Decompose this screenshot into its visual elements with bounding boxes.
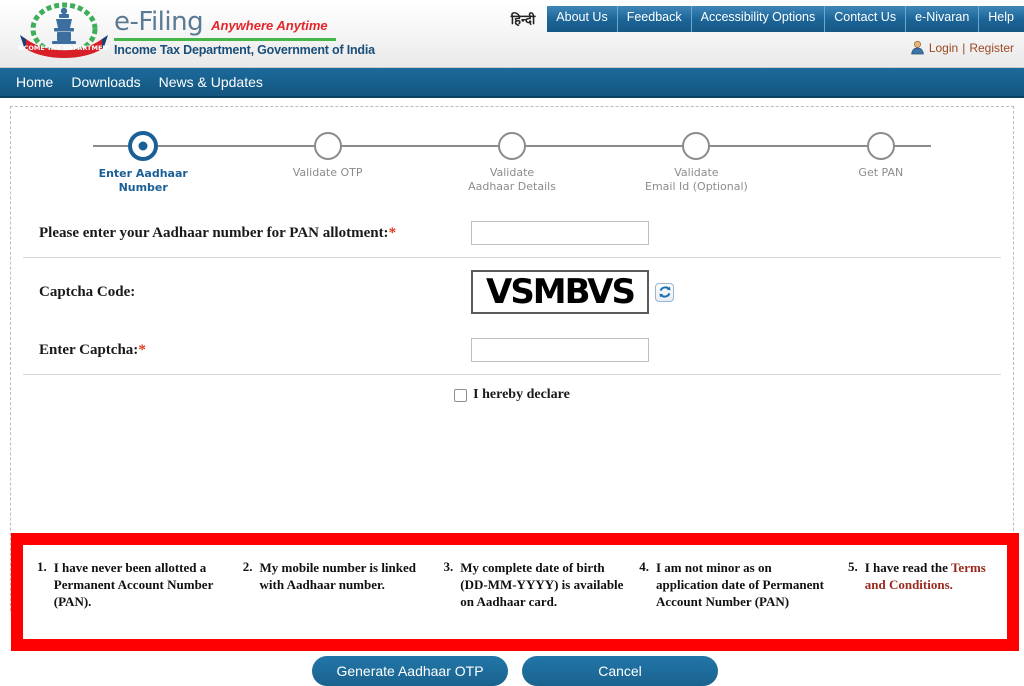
generate-aadhaar-otp-button[interactable]: Generate Aadhaar OTP <box>312 656 508 686</box>
captcha-image: VSMBVS <box>471 270 649 314</box>
site-title: e-Filing <box>114 7 204 37</box>
nav-item-downloads[interactable]: Downloads <box>71 74 140 90</box>
declaration-item-1: 1. I have never been allotted a Permanen… <box>37 559 229 610</box>
declaration-text: I have read the Terms and Conditions. <box>865 559 1005 610</box>
declaration-text: I am not minor as on application date of… <box>656 560 824 610</box>
progress-stepper: Enter Aadhaar Number Validate OTP Valida… <box>51 123 973 209</box>
step-node <box>682 132 711 160</box>
register-link[interactable]: Register <box>969 41 1014 55</box>
declaration-consent-text: I hereby declare <box>473 387 570 402</box>
step-node <box>866 132 895 160</box>
user-avatar-icon <box>910 40 925 55</box>
department-name: Income Tax Department, Government of Ind… <box>114 43 375 57</box>
step-label-line2: Aadhaar Details <box>468 180 556 194</box>
language-toggle-hindi[interactable]: हिन्दी <box>511 6 548 32</box>
content-panel: Enter Aadhaar Number Validate OTP Valida… <box>10 106 1019 686</box>
declaration-text-lead: I have read the <box>864 560 951 575</box>
step-label-line1: Get PAN <box>858 166 904 179</box>
nav-feedback[interactable]: Feedback <box>617 6 692 32</box>
step-label-line1: Enter Aadhaar <box>98 167 188 180</box>
declaration-checkbox[interactable] <box>454 388 468 402</box>
site-tagline: Anywhere Anytime <box>211 18 328 33</box>
declaration-number: 2. <box>242 559 253 574</box>
declaration-number: 3. <box>443 559 454 574</box>
step-enter-aadhaar-number[interactable]: Enter Aadhaar Number <box>51 123 235 196</box>
declarations-highlight-box: 1. I have never been allotted a Permanen… <box>11 533 1019 651</box>
cancel-button[interactable]: Cancel <box>522 656 718 686</box>
enter-captcha-label-text: Enter Captcha: <box>39 341 139 358</box>
captcha-code-label: Captcha Code: <box>39 283 136 300</box>
aadhaar-number-row: Please enter your Aadhaar number for PAN… <box>11 209 1013 257</box>
declaration-item-5: 5. I have read the Terms and Conditions. <box>848 559 1005 610</box>
nav-item-home[interactable]: Home <box>16 74 53 90</box>
step-label-line1: Validate <box>489 166 535 179</box>
top-navigation: हिन्दी About Us Feedback Accessibility O… <box>511 6 1024 32</box>
refresh-captcha-icon[interactable] <box>655 282 674 302</box>
step-label: Validate Aadhaar Details <box>420 166 604 195</box>
auth-separator: | <box>962 40 966 55</box>
enter-captcha-input[interactable] <box>471 338 649 362</box>
step-validate-otp[interactable]: Validate OTP <box>235 123 419 196</box>
nav-e-nivaran[interactable]: e-Nivaran <box>906 6 980 32</box>
enter-captcha-label: Enter Captcha:* <box>11 342 471 359</box>
step-label: Validate Email Id (Optional) <box>604 166 788 195</box>
nav-contact-us[interactable]: Contact Us <box>825 6 907 32</box>
aadhaar-number-label: Please enter your Aadhaar number for PAN… <box>11 225 471 242</box>
brand-divider <box>114 38 336 41</box>
nav-about-us[interactable]: About Us <box>547 6 618 32</box>
declaration-text: My mobile number is linked with Aadhaar … <box>259 560 417 593</box>
aadhaar-number-input[interactable] <box>471 221 649 245</box>
declaration-number: 4. <box>639 559 649 574</box>
declaration-item-4: 4. I am not minor as on application date… <box>639 559 834 610</box>
aadhaar-label-text: Please enter your Aadhaar number for PAN… <box>39 224 389 241</box>
declaration-text: My complete date of birth (DD-MM-YYYY) i… <box>460 560 624 610</box>
step-validate-email-id[interactable]: Validate Email Id (Optional) <box>604 123 788 196</box>
auth-links: Login | Register <box>910 40 1014 55</box>
step-label-line2: Number <box>118 181 168 195</box>
step-node <box>313 132 342 160</box>
nav-accessibility-options[interactable]: Accessibility Options <box>691 6 826 32</box>
step-label-line1: Validate <box>674 166 719 179</box>
step-label-line2: Email Id (Optional) <box>645 180 748 194</box>
step-label: Enter Aadhaar Number <box>51 167 235 196</box>
main-navigation: Home Downloads News & Updates <box>0 68 1024 98</box>
declaration-item-2: 2. My mobile number is linked with Aadha… <box>243 559 430 610</box>
step-node <box>498 132 527 160</box>
svg-text:INCOME TAX DEPARTMENT: INCOME TAX DEPARTMENT <box>18 44 110 52</box>
declaration-number: 5. <box>848 559 858 574</box>
captcha-code-row: Captcha Code: VSMBVS <box>11 258 1013 326</box>
nav-item-news-updates[interactable]: News & Updates <box>159 74 263 90</box>
step-validate-aadhaar-details[interactable]: Validate Aadhaar Details <box>420 123 604 196</box>
site-header: INCOME TAX DEPARTMENT e-Filing Anywhere … <box>0 0 1024 68</box>
step-label-line1: Validate OTP <box>292 166 363 179</box>
required-asterisk: * <box>388 224 397 241</box>
nav-help[interactable]: Help <box>979 6 1024 32</box>
enter-captcha-row: Enter Captcha:* <box>11 326 1013 374</box>
brand-block: INCOME TAX DEPARTMENT e-Filing Anywhere … <box>16 2 375 62</box>
declaration-consent-row: I hereby declare <box>11 375 1013 403</box>
declaration-number: 1. <box>37 559 47 574</box>
required-asterisk: * <box>138 341 146 358</box>
declaration-text: I have never been allotted a Permanent A… <box>53 560 214 610</box>
india-emblem-income-tax-icon: INCOME TAX DEPARTMENT <box>16 2 113 62</box>
step-label: Validate OTP <box>235 166 419 180</box>
form-actions: Generate Aadhaar OTP Cancel <box>11 656 1019 686</box>
step-label: Get PAN <box>789 166 973 180</box>
login-link[interactable]: Login <box>929 41 958 55</box>
declaration-item-3: 3. My complete date of birth (DD-MM-YYYY… <box>444 559 626 610</box>
step-node-active <box>128 131 159 161</box>
step-get-pan[interactable]: Get PAN <box>789 123 973 196</box>
